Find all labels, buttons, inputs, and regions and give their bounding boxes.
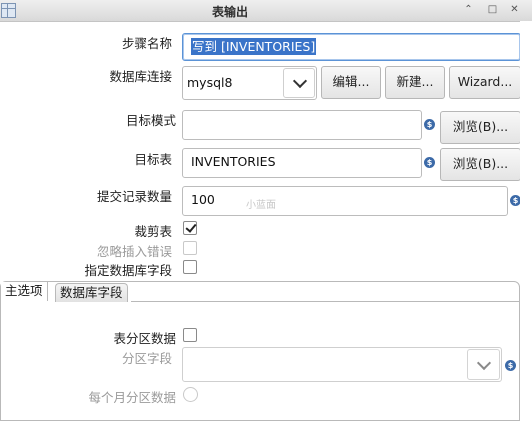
tab-divider (131, 301, 519, 302)
target-schema-label: 目标模式 (125, 113, 176, 128)
partition-data-label: 表分区数据 (113, 331, 176, 346)
specify-db-fields-label: 指定数据库字段 (84, 263, 172, 278)
commit-size-input[interactable]: 100 (182, 186, 508, 216)
title-bar: 表输出 ⌃ □ ✕ (0, 0, 532, 22)
db-connection-dropdown[interactable] (283, 68, 315, 98)
commit-size-value: 100 (191, 192, 215, 207)
browse-table-button[interactable]: 浏览(B)... (440, 148, 521, 181)
wizard-button[interactable]: Wizard... (449, 66, 521, 99)
ignore-insert-errors-checkbox[interactable] (183, 241, 197, 255)
browse-schema-button[interactable]: 浏览(B)... (440, 111, 521, 144)
variable-icon: $ (505, 360, 516, 371)
variable-icon: $ (424, 119, 435, 130)
chevron-down-icon (476, 355, 492, 371)
partition-monthly-radio[interactable] (183, 387, 198, 402)
close-icon[interactable]: ✕ (506, 2, 523, 17)
watermark-text: 小蓝面 (246, 200, 276, 211)
commit-size-label: 提交记录数量 (96, 189, 172, 204)
truncate-table-checkbox[interactable] (183, 221, 197, 235)
chevron-down-icon (292, 73, 308, 89)
target-table-label: 目标表 (134, 152, 172, 167)
step-name-value: 写到 [INVENTORIES] (191, 38, 317, 55)
specify-db-fields-checkbox[interactable] (183, 260, 197, 274)
target-schema-input[interactable] (182, 110, 422, 140)
tab-database-fields[interactable]: 数据库字段 (55, 283, 128, 302)
partition-field-dropdown[interactable] (467, 349, 500, 380)
right-gutter (520, 21, 532, 407)
partition-field-select[interactable] (182, 347, 502, 382)
truncate-table-label: 裁剪表 (134, 224, 172, 239)
partition-monthly-label: 每个月分区数据 (88, 390, 176, 405)
target-table-value: INVENTORIES (191, 154, 276, 169)
tab-main-options[interactable]: 主选项 (1, 282, 48, 301)
ignore-insert-errors-label: 忽略插入错误 (96, 244, 172, 259)
step-name-label: 步骤名称 (121, 36, 172, 51)
db-connection-value: mysql8 (187, 75, 233, 90)
edit-connection-button[interactable]: 编辑... (321, 66, 381, 99)
partition-data-checkbox[interactable] (183, 328, 197, 342)
db-connection-label: 数据库连接 (109, 69, 172, 84)
new-connection-button[interactable]: 新建... (385, 66, 445, 99)
window-title: 表输出 (211, 5, 248, 19)
target-table-input[interactable]: INVENTORIES (182, 148, 422, 178)
variable-icon: $ (424, 157, 435, 168)
minimize-icon[interactable]: ⌃ (460, 2, 477, 17)
maximize-icon[interactable]: □ (484, 2, 501, 17)
step-name-input[interactable]: 写到 [INVENTORIES] (182, 33, 521, 61)
partition-field-label: 分区字段 (121, 351, 172, 366)
